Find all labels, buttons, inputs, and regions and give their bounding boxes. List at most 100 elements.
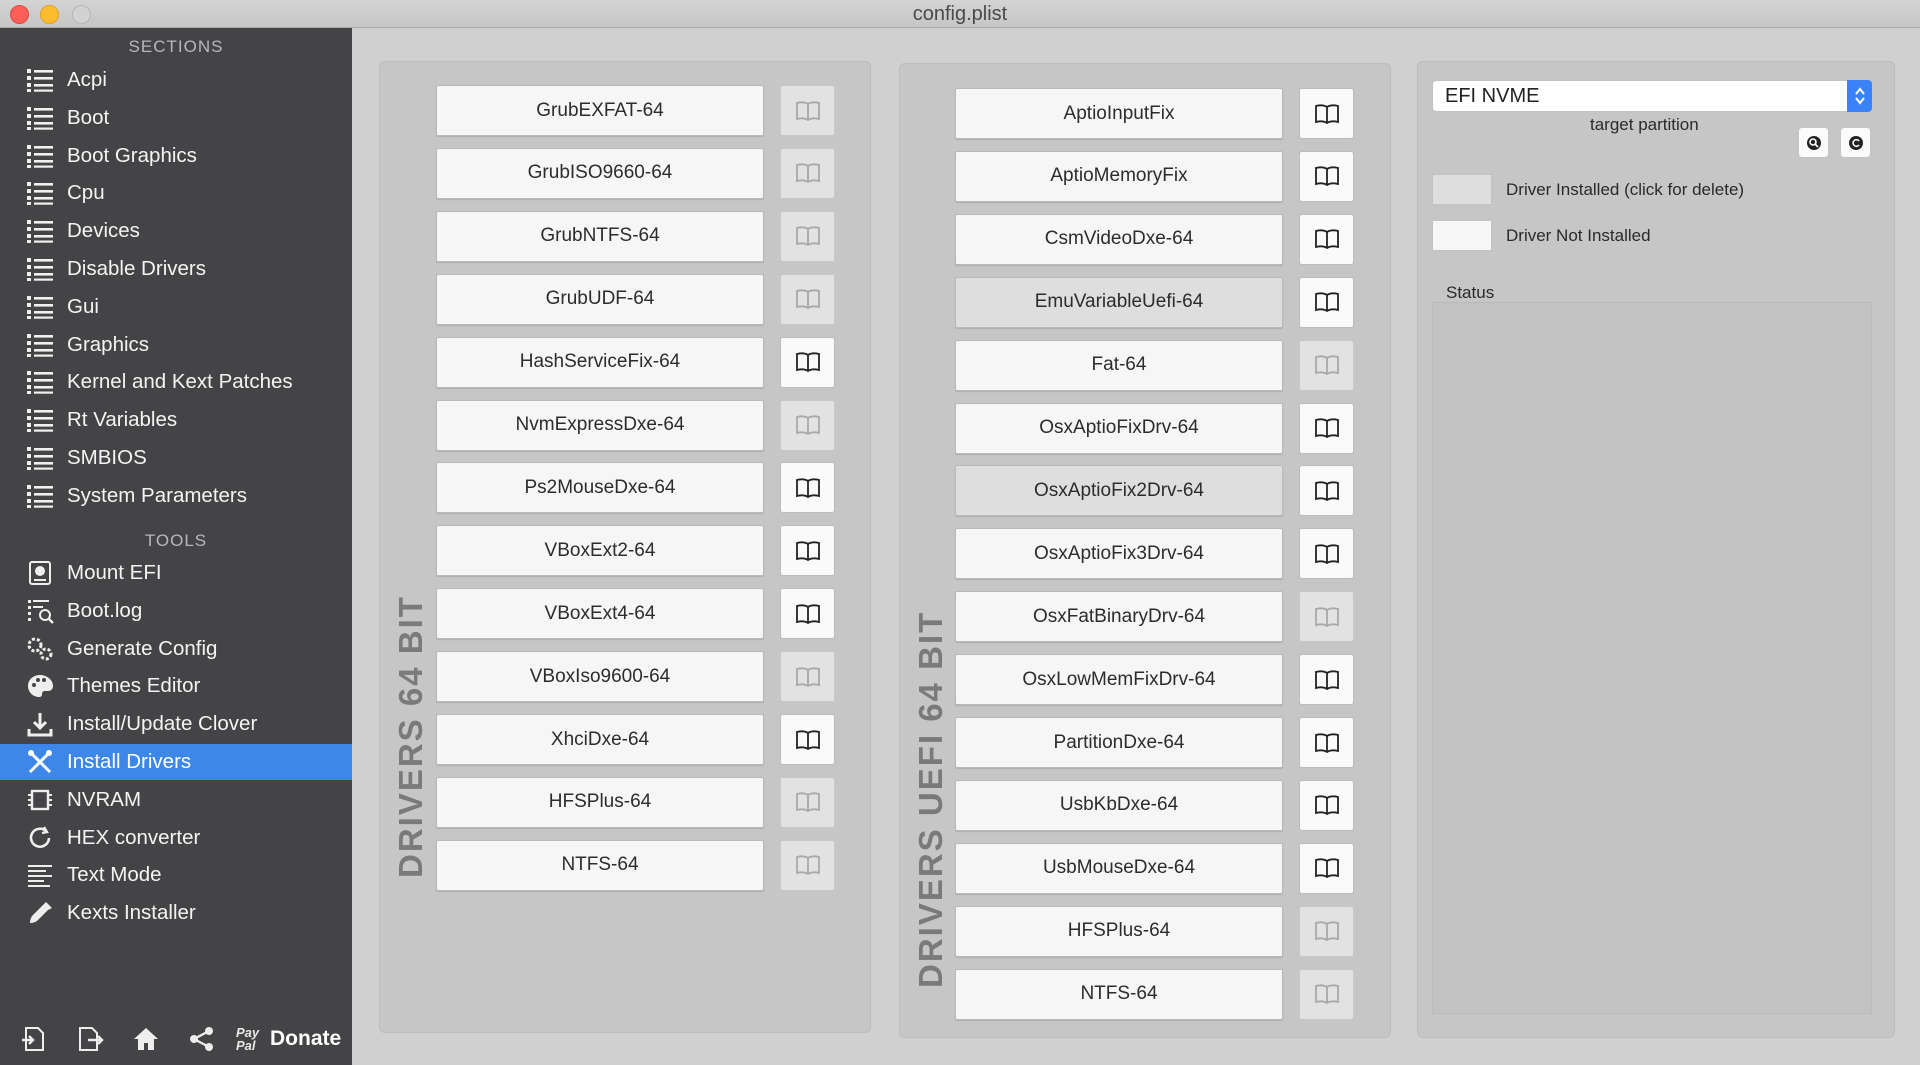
sidebar-item-kernel-and-kext-patches[interactable]: Kernel and Kext Patches xyxy=(0,364,352,400)
driver-button[interactable]: GrubUDF-64 xyxy=(436,273,764,325)
driver-button[interactable]: VBoxExt2-64 xyxy=(436,525,764,577)
driver-info-button[interactable] xyxy=(1299,339,1354,391)
sidebar-item-acpi[interactable]: Acpi xyxy=(0,62,352,98)
sidebar-item-rt-variables[interactable]: Rt Variables xyxy=(0,402,352,438)
driver-info-button[interactable] xyxy=(1299,276,1354,328)
driver-info-button[interactable] xyxy=(1299,717,1354,768)
driver-button[interactable]: VBoxIso9600-64 xyxy=(436,651,764,703)
sidebar-item-disable-drivers[interactable]: Disable Drivers xyxy=(0,251,352,287)
sidebar-item-kexts-installer[interactable]: Kexts Installer xyxy=(0,895,352,931)
window-title: config.plist xyxy=(912,3,1008,25)
sidebar-item-nvram[interactable]: NVRAM xyxy=(0,782,352,818)
driver-info-button[interactable] xyxy=(780,839,835,891)
share-icon[interactable] xyxy=(180,1019,224,1059)
driver-info-button[interactable] xyxy=(1299,842,1354,894)
driver-button[interactable]: AptioMemoryFix xyxy=(955,150,1283,202)
driver-button[interactable]: OsxAptioFix2Drv-64 xyxy=(955,465,1283,517)
driver-button[interactable]: UsbMouseDxe-64 xyxy=(955,842,1283,894)
driver-button[interactable]: Ps2MouseDxe-64 xyxy=(436,462,764,514)
driver-button[interactable]: HashServiceFix-64 xyxy=(436,336,764,388)
driver-info-button[interactable] xyxy=(1299,402,1354,454)
book-icon xyxy=(795,855,820,876)
sidebar-item-text-mode[interactable]: Text Mode xyxy=(0,857,352,893)
driver-info-button[interactable] xyxy=(1299,88,1354,139)
driver-button[interactable]: NTFS-64 xyxy=(436,839,764,891)
sidebar-item-graphics[interactable]: Graphics xyxy=(0,327,352,363)
sidebar-item-boot-graphics[interactable]: Boot Graphics xyxy=(0,138,352,174)
driver-button[interactable]: EmuVariableUefi-64 xyxy=(955,276,1283,328)
driver-info-button[interactable] xyxy=(1299,654,1354,706)
driver-button[interactable]: NvmExpressDxe-64 xyxy=(436,399,764,451)
driver-button[interactable]: OsxAptioFixDrv-64 xyxy=(955,402,1283,454)
driver-info-button[interactable] xyxy=(780,776,835,828)
sidebar-item-label: Mount EFI xyxy=(67,561,162,584)
sidebar-item-install-drivers[interactable]: Install Drivers xyxy=(0,744,352,780)
sidebar-item-label: Devices xyxy=(67,219,140,243)
driver-info-button[interactable] xyxy=(780,336,835,388)
import-icon[interactable] xyxy=(12,1019,56,1059)
driver-button[interactable]: OsxAptioFix3Drv-64 xyxy=(955,528,1283,580)
palette-icon xyxy=(25,671,55,701)
driver-info-button[interactable] xyxy=(780,210,835,262)
driver-info-button[interactable] xyxy=(780,273,835,325)
driver-info-button[interactable] xyxy=(1299,528,1354,580)
target-partition-select[interactable]: EFI NVME xyxy=(1432,80,1872,112)
driver-info-button[interactable] xyxy=(780,85,835,136)
driver-info-button[interactable] xyxy=(780,147,835,199)
book-icon xyxy=(795,226,820,247)
refresh-partition-button[interactable] xyxy=(1840,127,1871,158)
sidebar-item-gui[interactable]: Gui xyxy=(0,289,352,325)
driver-button[interactable]: GrubNTFS-64 xyxy=(436,210,764,262)
driver-button[interactable]: VBoxExt4-64 xyxy=(436,588,764,640)
refresh-icon xyxy=(25,823,55,853)
sidebar-item-mount-efi[interactable]: Mount EFI xyxy=(0,555,352,591)
driver-info-button[interactable] xyxy=(780,714,835,765)
export-icon[interactable] xyxy=(68,1019,112,1059)
driver-info-button[interactable] xyxy=(1299,591,1354,643)
driver-button[interactable]: AptioInputFix xyxy=(955,88,1283,139)
driver-info-button[interactable] xyxy=(1299,150,1354,202)
sidebar-item-system-parameters[interactable]: System Parameters xyxy=(0,478,352,514)
driver-info-button[interactable] xyxy=(780,399,835,451)
driver-button[interactable]: HFSPlus-64 xyxy=(955,905,1283,957)
sidebar: SECTIONS Acpi Boot Boot Graphics Cpu Devices… xyxy=(0,28,352,1065)
sidebar-item-themes-editor[interactable]: Themes Editor xyxy=(0,668,352,704)
sidebar-item-label: Acpi xyxy=(67,68,107,91)
donate-button[interactable]: Pay Pal Donate xyxy=(236,1026,341,1052)
sidebar-item-boot[interactable]: Boot xyxy=(0,100,352,136)
driver-info-button[interactable] xyxy=(780,588,835,640)
driver-button[interactable]: PartitionDxe-64 xyxy=(955,717,1283,768)
driver-button[interactable]: GrubISO9660-64 xyxy=(436,147,764,199)
sidebar-item-hex-converter[interactable]: HEX converter xyxy=(0,820,352,856)
driver-info-button[interactable] xyxy=(780,525,835,577)
sidebar-item-cpu[interactable]: Cpu xyxy=(0,175,352,211)
chip-icon xyxy=(25,785,55,815)
driver-button[interactable]: OsxFatBinaryDrv-64 xyxy=(955,591,1283,643)
driver-button[interactable]: CsmVideoDxe-64 xyxy=(955,213,1283,265)
sidebar-item-smbios[interactable]: SMBIOS xyxy=(0,440,352,476)
driver-info-button[interactable] xyxy=(1299,905,1354,957)
driver-info-button[interactable] xyxy=(1299,968,1354,1020)
driver-info-button[interactable] xyxy=(780,462,835,514)
driver-button[interactable]: GrubEXFAT-64 xyxy=(436,85,764,136)
home-icon[interactable] xyxy=(124,1019,168,1059)
driver-button[interactable]: NTFS-64 xyxy=(955,968,1283,1020)
driver-info-button[interactable] xyxy=(780,651,835,703)
driver-button[interactable]: UsbKbDxe-64 xyxy=(955,779,1283,831)
driver-button[interactable]: Fat-64 xyxy=(955,339,1283,391)
sidebar-item-devices[interactable]: Devices xyxy=(0,213,352,249)
sidebar-item-label: Graphics xyxy=(67,332,150,356)
driver-button[interactable]: HFSPlus-64 xyxy=(436,776,764,828)
driver-info-button[interactable] xyxy=(1299,465,1354,517)
sidebar-item-install-update-clover[interactable]: Install/Update Clover xyxy=(0,706,352,742)
driver-info-button[interactable] xyxy=(1299,779,1354,831)
sidebar-item-generate-config[interactable]: Generate Config xyxy=(0,631,352,667)
driver-button[interactable]: XhciDxe-64 xyxy=(436,714,764,765)
sidebar-item-boot-log[interactable]: Boot.log xyxy=(0,593,352,629)
book-icon xyxy=(1314,103,1339,124)
mount-partition-button[interactable] xyxy=(1798,127,1829,158)
driver-button[interactable]: OsxLowMemFixDrv-64 xyxy=(955,654,1283,706)
paypal-icon: Pay Pal xyxy=(236,1025,260,1053)
driver-info-button[interactable] xyxy=(1299,213,1354,265)
refresh-icon xyxy=(1848,135,1863,150)
